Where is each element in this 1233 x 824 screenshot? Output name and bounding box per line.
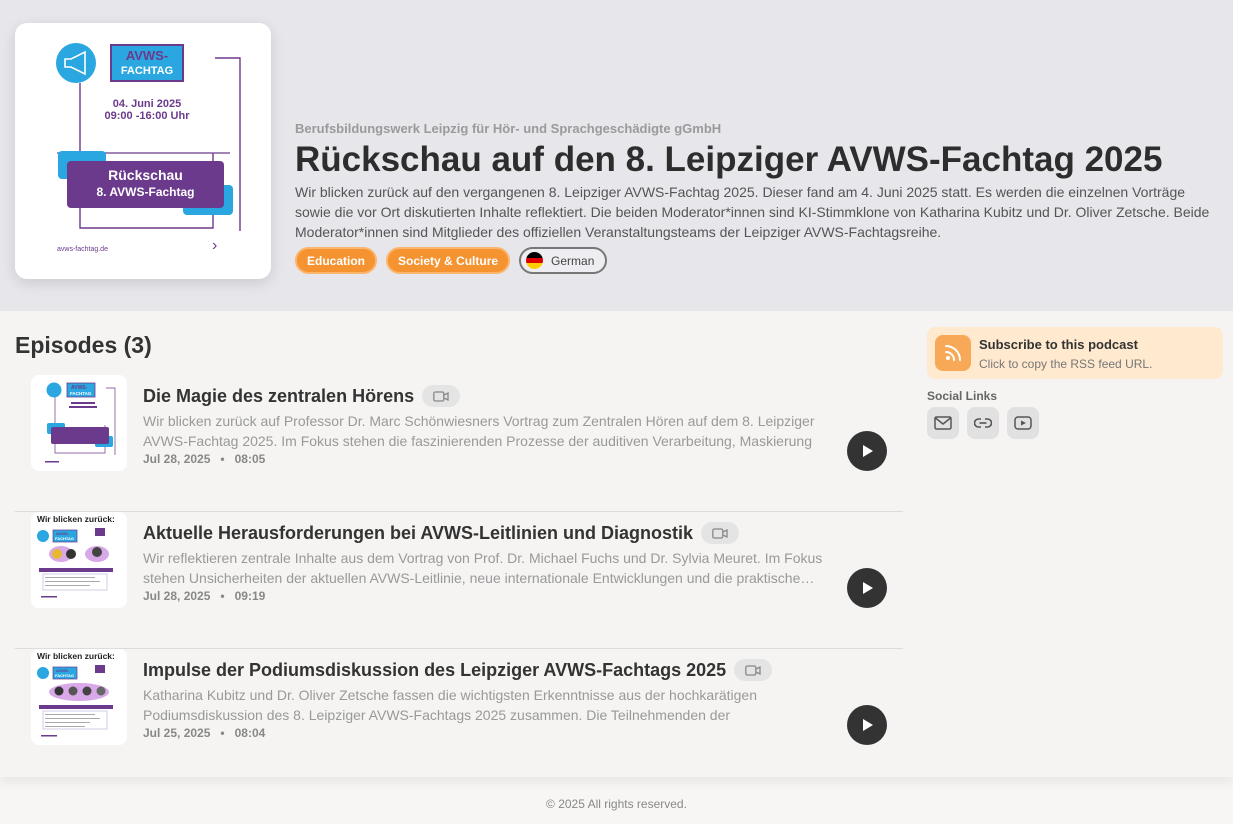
link-icon [974, 418, 992, 428]
play-button[interactable] [847, 705, 887, 745]
episodes-heading: Episodes (3) [15, 332, 152, 358]
episode-description: Katharina Kubitz und Dr. Oliver Zetsche … [143, 687, 757, 723]
episode-description: Wir reflektieren zentrale Inhalte aus de… [143, 550, 823, 586]
mail-icon [934, 416, 952, 430]
episode-date: Jul 28, 2025 [143, 452, 211, 466]
episode-meta: Jul 28, 2025 • 09:19 [143, 589, 265, 603]
episode-meta: Jul 28, 2025 • 08:05 [143, 452, 265, 466]
social-youtube-button[interactable] [1007, 407, 1039, 439]
play-icon [863, 719, 873, 731]
episode-title[interactable]: Aktuelle Herausforderungen bei AVWS-Leit… [143, 523, 693, 544]
play-button[interactable] [847, 431, 887, 471]
play-icon [863, 445, 873, 457]
cover-url: avws-fachtag.de [57, 246, 108, 253]
episode-duration: 09:19 [234, 589, 266, 603]
language-label: German [551, 253, 595, 268]
cover-time: 09:00 -16:00 Uhr [104, 110, 190, 122]
podcast-cover-art: AVWS- FACHTAG 04. Juni 2025 09:00 -16:00… [15, 23, 271, 279]
cover-title-box: Rückschau 8. AVWS-Fachtag [67, 161, 224, 208]
episode-duration: 08:05 [234, 452, 266, 466]
subscribe-rss-button[interactable]: Subscribe to this podcast Click to copy … [927, 327, 1223, 379]
episode-thumbnail: Wir blicken zurück: AVWS- FACHTAG [31, 649, 127, 745]
video-icon [734, 659, 773, 681]
episode-date: Jul 28, 2025 [143, 589, 211, 603]
cover-box-line1: Rückschau [108, 167, 183, 183]
cover-badge-line1: AVWS- [125, 48, 169, 63]
cover-badge-line2: FACHTAG [120, 65, 174, 77]
episode-item[interactable]: Wir blicken zurück: AVWS- FACHTAG Aktuel… [15, 512, 903, 649]
episode-meta: Jul 25, 2025 • 08:04 [143, 726, 265, 740]
footer-copyright: © 2025 All rights reserved. [546, 797, 687, 811]
meta-separator: • [220, 452, 225, 466]
social-website-button[interactable] [967, 407, 999, 439]
thumb-badge-line2: FACHTAG [55, 673, 74, 678]
episode-thumbnail: Wir blicken zurück: AVWS- FACHTAG [31, 512, 127, 608]
tag-society-culture[interactable]: Society & Culture [386, 247, 511, 274]
episode-title[interactable]: Die Magie des zentralen Hörens [143, 386, 414, 407]
video-icon [422, 385, 461, 407]
meta-separator: • [220, 726, 225, 740]
subscribe-hint: Click to copy the RSS feed URL. [979, 357, 1153, 371]
social-email-button[interactable] [927, 407, 959, 439]
episode-description: Wir blicken zurück auf Professor Dr. Mar… [143, 413, 815, 449]
german-flag-icon [526, 252, 544, 269]
cover-arrow-icon: › [212, 237, 218, 254]
language-badge: German [519, 247, 608, 274]
podcast-description: Wir blicken zurück auf den vergangenen 8… [295, 184, 1210, 240]
podcast-info: Berufsbildungswerk Leipzig für Hör- und … [295, 121, 1220, 274]
thumb-badge-line2: FACHTAG [70, 391, 92, 396]
play-icon [863, 582, 873, 594]
video-icon [701, 522, 740, 544]
podcast-title: Rückschau auf den 8. Leipziger AVWS-Fach… [295, 140, 1163, 179]
tag-education[interactable]: Education [295, 247, 378, 274]
youtube-icon [1014, 416, 1032, 430]
episode-duration: 08:04 [234, 726, 266, 740]
thumb-heading: Wir blicken zurück: [37, 651, 115, 661]
episode-thumbnail: AVWS- FACHTAG [31, 375, 127, 471]
meta-separator: • [220, 589, 225, 603]
episode-date: Jul 25, 2025 [143, 726, 211, 740]
thumb-badge-line2: FACHTAG [55, 536, 74, 541]
podcast-author: Berufsbildungswerk Leipzig für Hör- und … [295, 121, 722, 136]
play-button[interactable] [847, 568, 887, 608]
cover-badge: AVWS- FACHTAG [110, 44, 184, 82]
cover-box-line2: 8. AVWS-Fachtag [96, 185, 195, 199]
cover-date: 04. Juni 2025 [112, 98, 182, 110]
episode-title[interactable]: Impulse der Podiumsdiskussion des Leipzi… [143, 660, 726, 681]
episode-item[interactable]: Wir blicken zurück: AVWS- FACHTAG Impuls… [15, 649, 903, 786]
episode-item[interactable]: AVWS- FACHTAG Die Magie des zentralen Hö… [15, 375, 903, 512]
rss-icon [935, 335, 971, 371]
social-links-label: Social Links [927, 389, 998, 403]
podcast-tags: Education Society & Culture German [295, 247, 1220, 274]
subscribe-title: Subscribe to this podcast [979, 337, 1138, 352]
podcast-header: AVWS- FACHTAG 04. Juni 2025 09:00 -16:00… [0, 0, 1233, 311]
thumb-heading: Wir blicken zurück: [37, 514, 115, 524]
